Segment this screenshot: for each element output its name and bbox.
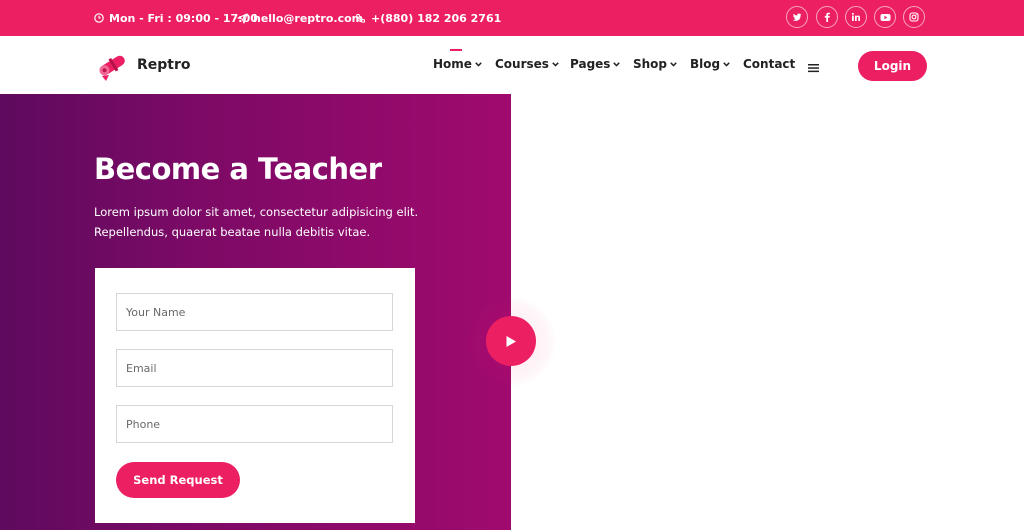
linkedin-icon[interactable] [845, 6, 867, 28]
login-button[interactable]: Login [858, 51, 927, 81]
office-hours: Mon - Fri : 09:00 - 17:00 [94, 0, 258, 36]
phone-field[interactable] [116, 405, 393, 443]
nav-item-courses[interactable]: Courses [495, 57, 559, 71]
send-request-button[interactable]: Send Request [116, 462, 240, 498]
chevron-down-icon [475, 61, 482, 67]
chevron-down-icon [670, 61, 677, 67]
become-teacher-section: Become a Teacher Lorem ipsum dolor sit a… [0, 94, 511, 530]
play-video-button[interactable] [486, 316, 536, 366]
play-icon [506, 335, 516, 347]
nav-item-blog[interactable]: Blog [690, 57, 730, 71]
nav-item-label: Courses [495, 57, 549, 71]
chevron-down-icon [723, 61, 730, 67]
office-hours-text: Mon - Fri : 09:00 - 17:00 [109, 11, 258, 25]
page-title: Become a Teacher [94, 152, 382, 186]
clock-icon [94, 13, 104, 23]
nav-item-pages[interactable]: Pages [570, 57, 621, 71]
chevron-down-icon [552, 61, 559, 67]
phone-contact[interactable]: +(880) 182 206 2761 [355, 0, 501, 36]
top-bar: Mon - Fri : 09:00 - 17:00 hello@reptro.c… [0, 0, 1024, 36]
brand-name[interactable]: Reptro [137, 57, 191, 73]
email-field[interactable] [116, 349, 393, 387]
nav-item-contact[interactable]: Contact [743, 57, 795, 71]
nav-item-label: Contact [743, 57, 796, 71]
teacher-request-form: Send Request [95, 268, 415, 523]
chevron-down-icon [613, 61, 621, 67]
hero-description: Lorem ipsum dolor sit amet, consectetur … [94, 205, 419, 239]
paper-plane-icon [237, 12, 248, 24]
active-indicator [450, 49, 462, 51]
phone-text[interactable]: +(880) 182 206 2761 [371, 12, 501, 25]
name-field[interactable] [116, 293, 393, 331]
twitter-icon[interactable] [786, 6, 808, 28]
nav-item-label: Pages [570, 57, 611, 71]
facebook-icon[interactable] [816, 6, 838, 28]
phone-icon [356, 13, 365, 23]
email-text[interactable]: hello@reptro.com [253, 12, 363, 25]
nav-item-label: Shop [633, 57, 668, 71]
main-navigation: Reptro Home Courses Pages Shop Blog Cont… [0, 36, 1024, 94]
nav-item-label: Home [433, 57, 472, 71]
nav-item-label: Blog [690, 57, 721, 71]
logo-icon[interactable] [94, 48, 132, 86]
email-contact[interactable]: hello@reptro.com [237, 0, 363, 36]
nav-item-home[interactable]: Home [433, 57, 482, 71]
instagram-icon[interactable] [903, 6, 925, 28]
nav-item-shop[interactable]: Shop [633, 57, 677, 71]
youtube-icon[interactable] [874, 6, 896, 28]
hamburger-menu-icon[interactable] [808, 58, 819, 77]
